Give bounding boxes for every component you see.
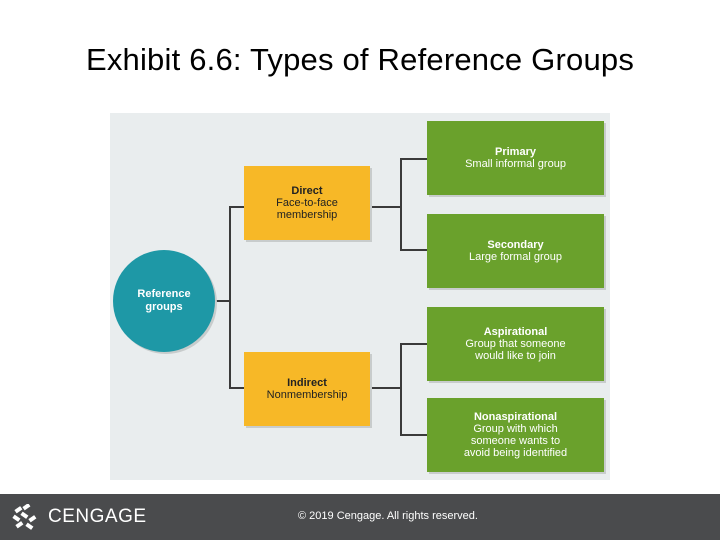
primary-title: Primary <box>495 146 536 158</box>
connector-indirect-vertical <box>400 343 402 435</box>
indirect-node: Indirect Nonmembership <box>244 352 370 426</box>
secondary-line1: Large formal group <box>469 251 562 263</box>
aspirational-line1: Group that someone <box>465 338 566 350</box>
aspirational-node: Aspirational Group that someone would li… <box>427 307 604 381</box>
direct-node: Direct Face-to-face membership <box>244 166 370 240</box>
direct-line1: Face-to-face <box>276 197 338 209</box>
nonaspirational-line2: someone wants to <box>470 435 561 447</box>
nonaspirational-line3: avoid being identified <box>463 447 568 459</box>
nonaspirational-node: Nonaspirational Group with which someone… <box>427 398 604 472</box>
nonaspirational-line1: Group with which <box>473 423 558 435</box>
root-label-line2: groups <box>145 301 183 313</box>
secondary-node: Secondary Large formal group <box>427 214 604 288</box>
slide-title: Exhibit 6.6: Types of Reference Groups <box>85 42 635 77</box>
cengage-logo: CENGAGE <box>12 504 147 530</box>
cengage-wordmark: CENGAGE <box>48 506 147 527</box>
root-label-line1: Reference <box>137 288 191 300</box>
connector-root-stem <box>215 300 229 302</box>
aspirational-line2: would like to join <box>475 350 556 362</box>
connector-direct-stem <box>370 206 401 208</box>
footer-bar: CENGAGE © 2019 Cengage. All rights reser… <box>0 494 720 540</box>
primary-line1: Small informal group <box>465 158 566 170</box>
connector-indirect-stem <box>370 387 401 389</box>
secondary-title: Secondary <box>487 239 544 251</box>
primary-node: Primary Small informal group <box>427 121 604 195</box>
copyright-text: © 2019 Cengage. All rights reserved. <box>298 510 478 522</box>
direct-line2: membership <box>276 209 338 221</box>
connector-root-vertical <box>229 206 231 388</box>
diagram-panel: Reference groups Direct Face-to-face mem… <box>110 113 610 480</box>
nonaspirational-title: Nonaspirational <box>473 411 558 423</box>
reference-groups-node: Reference groups <box>113 250 215 352</box>
connector-direct-vertical <box>400 158 402 250</box>
reference-groups-diagram: Reference groups Direct Face-to-face mem… <box>110 113 610 480</box>
indirect-title: Indirect <box>287 377 327 389</box>
indirect-line1: Nonmembership <box>266 389 348 401</box>
direct-title: Direct <box>291 185 323 197</box>
cengage-mark-icon <box>12 504 37 530</box>
aspirational-title: Aspirational <box>483 326 548 338</box>
